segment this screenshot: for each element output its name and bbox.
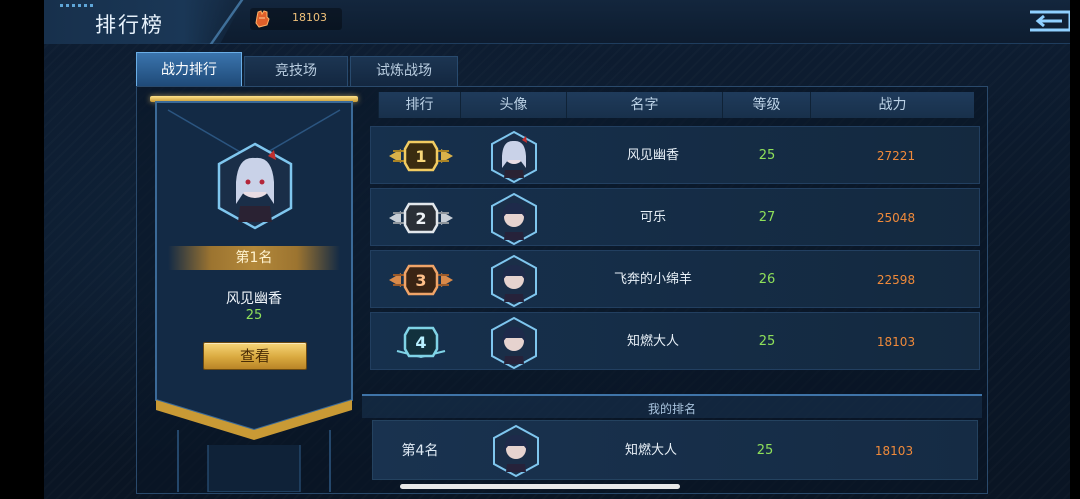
- player-level: 26: [758, 272, 776, 287]
- tab-power-ranking[interactable]: 战力排行: [136, 52, 242, 86]
- rank-1-number: 1: [415, 147, 426, 166]
- fist-power-icon: [255, 10, 270, 28]
- player-avatar[interactable]: [489, 192, 539, 246]
- power-value: 18103: [292, 11, 327, 24]
- player-avatar[interactable]: [489, 316, 539, 370]
- my-rank-position: 第4名: [401, 443, 439, 459]
- my-rank-row[interactable]: 第4名 知燃大人 25 18103: [372, 420, 978, 480]
- rank-2-number: 2: [415, 209, 426, 228]
- player-level: 27: [758, 210, 776, 225]
- rank-3-number: 3: [415, 271, 426, 290]
- player-level: 25: [758, 148, 776, 163]
- rank-3-badge-icon: 3: [389, 264, 453, 296]
- tab-arena[interactable]: 竞技场: [244, 56, 348, 86]
- home-indicator[interactable]: [400, 484, 680, 489]
- header-level: 等级: [722, 92, 810, 118]
- table-row[interactable]: 1 风见幽香 25 27221: [370, 126, 980, 184]
- right-screen-edge: [1070, 0, 1080, 499]
- power-display: 18103: [250, 8, 342, 30]
- player-power: 27221: [876, 149, 916, 163]
- my-avatar[interactable]: [491, 424, 541, 478]
- ranking-screen: 排行榜 18103 战力排行 竞技场 试炼战场 第1名 风见幽香 25 查看 排…: [0, 0, 1080, 499]
- my-name: 知燃大人: [624, 443, 677, 458]
- player-avatar[interactable]: [489, 130, 539, 184]
- player-name: 知燃大人: [626, 334, 679, 349]
- my-power: 18103: [874, 444, 914, 458]
- view-button[interactable]: 查看: [203, 342, 307, 370]
- player-power: 22598: [876, 273, 916, 287]
- table-row[interactable]: 2 可乐 27 25048: [370, 188, 980, 246]
- player-name: 可乐: [639, 210, 666, 225]
- tab-trial-battlefield[interactable]: 试炼战场: [350, 56, 458, 86]
- header-avatar: 头像: [460, 92, 566, 118]
- top-player-level: 25: [245, 308, 263, 323]
- rank-4-badge-icon: 4: [396, 326, 446, 359]
- top-player-avatar[interactable]: [216, 142, 294, 230]
- rank-2-badge-icon: 2: [389, 202, 453, 234]
- player-name: 风见幽香: [626, 148, 679, 163]
- title-decoration: [60, 4, 94, 7]
- header-name: 名字: [566, 92, 722, 118]
- rank-1-badge-icon: 1: [389, 140, 453, 172]
- player-avatar[interactable]: [489, 254, 539, 308]
- top-player-rank: 第1名: [168, 246, 340, 270]
- top-player-banner: 第1名 风见幽香 25 查看: [148, 96, 360, 492]
- ranking-list[interactable]: 1 风见幽香 25 27221 2 可乐 27 25048 3 飞奔的小绵羊 2…: [368, 120, 982, 378]
- left-screen-edge: [0, 0, 44, 499]
- table-row[interactable]: 3 飞奔的小绵羊 26 22598: [370, 250, 980, 308]
- table-header: 排行 头像 名字 等级 战力: [378, 92, 974, 118]
- player-level: 25: [758, 334, 776, 349]
- table-row[interactable]: 4 知燃大人 25 18103: [370, 312, 980, 370]
- player-name: 飞奔的小绵羊: [613, 272, 692, 287]
- back-button[interactable]: [1026, 8, 1074, 34]
- my-rank-title: 我的排名: [647, 402, 696, 416]
- header-power: 战力: [810, 92, 974, 118]
- my-rank-header: 我的排名: [362, 394, 982, 418]
- player-power: 18103: [876, 335, 916, 349]
- top-player-name: 风见幽香: [226, 291, 282, 307]
- player-power: 25048: [876, 211, 916, 225]
- page-title: 排行榜: [95, 13, 164, 37]
- rank-4-number: 4: [415, 333, 426, 352]
- my-level: 25: [756, 443, 774, 458]
- header-rank: 排行: [378, 92, 460, 118]
